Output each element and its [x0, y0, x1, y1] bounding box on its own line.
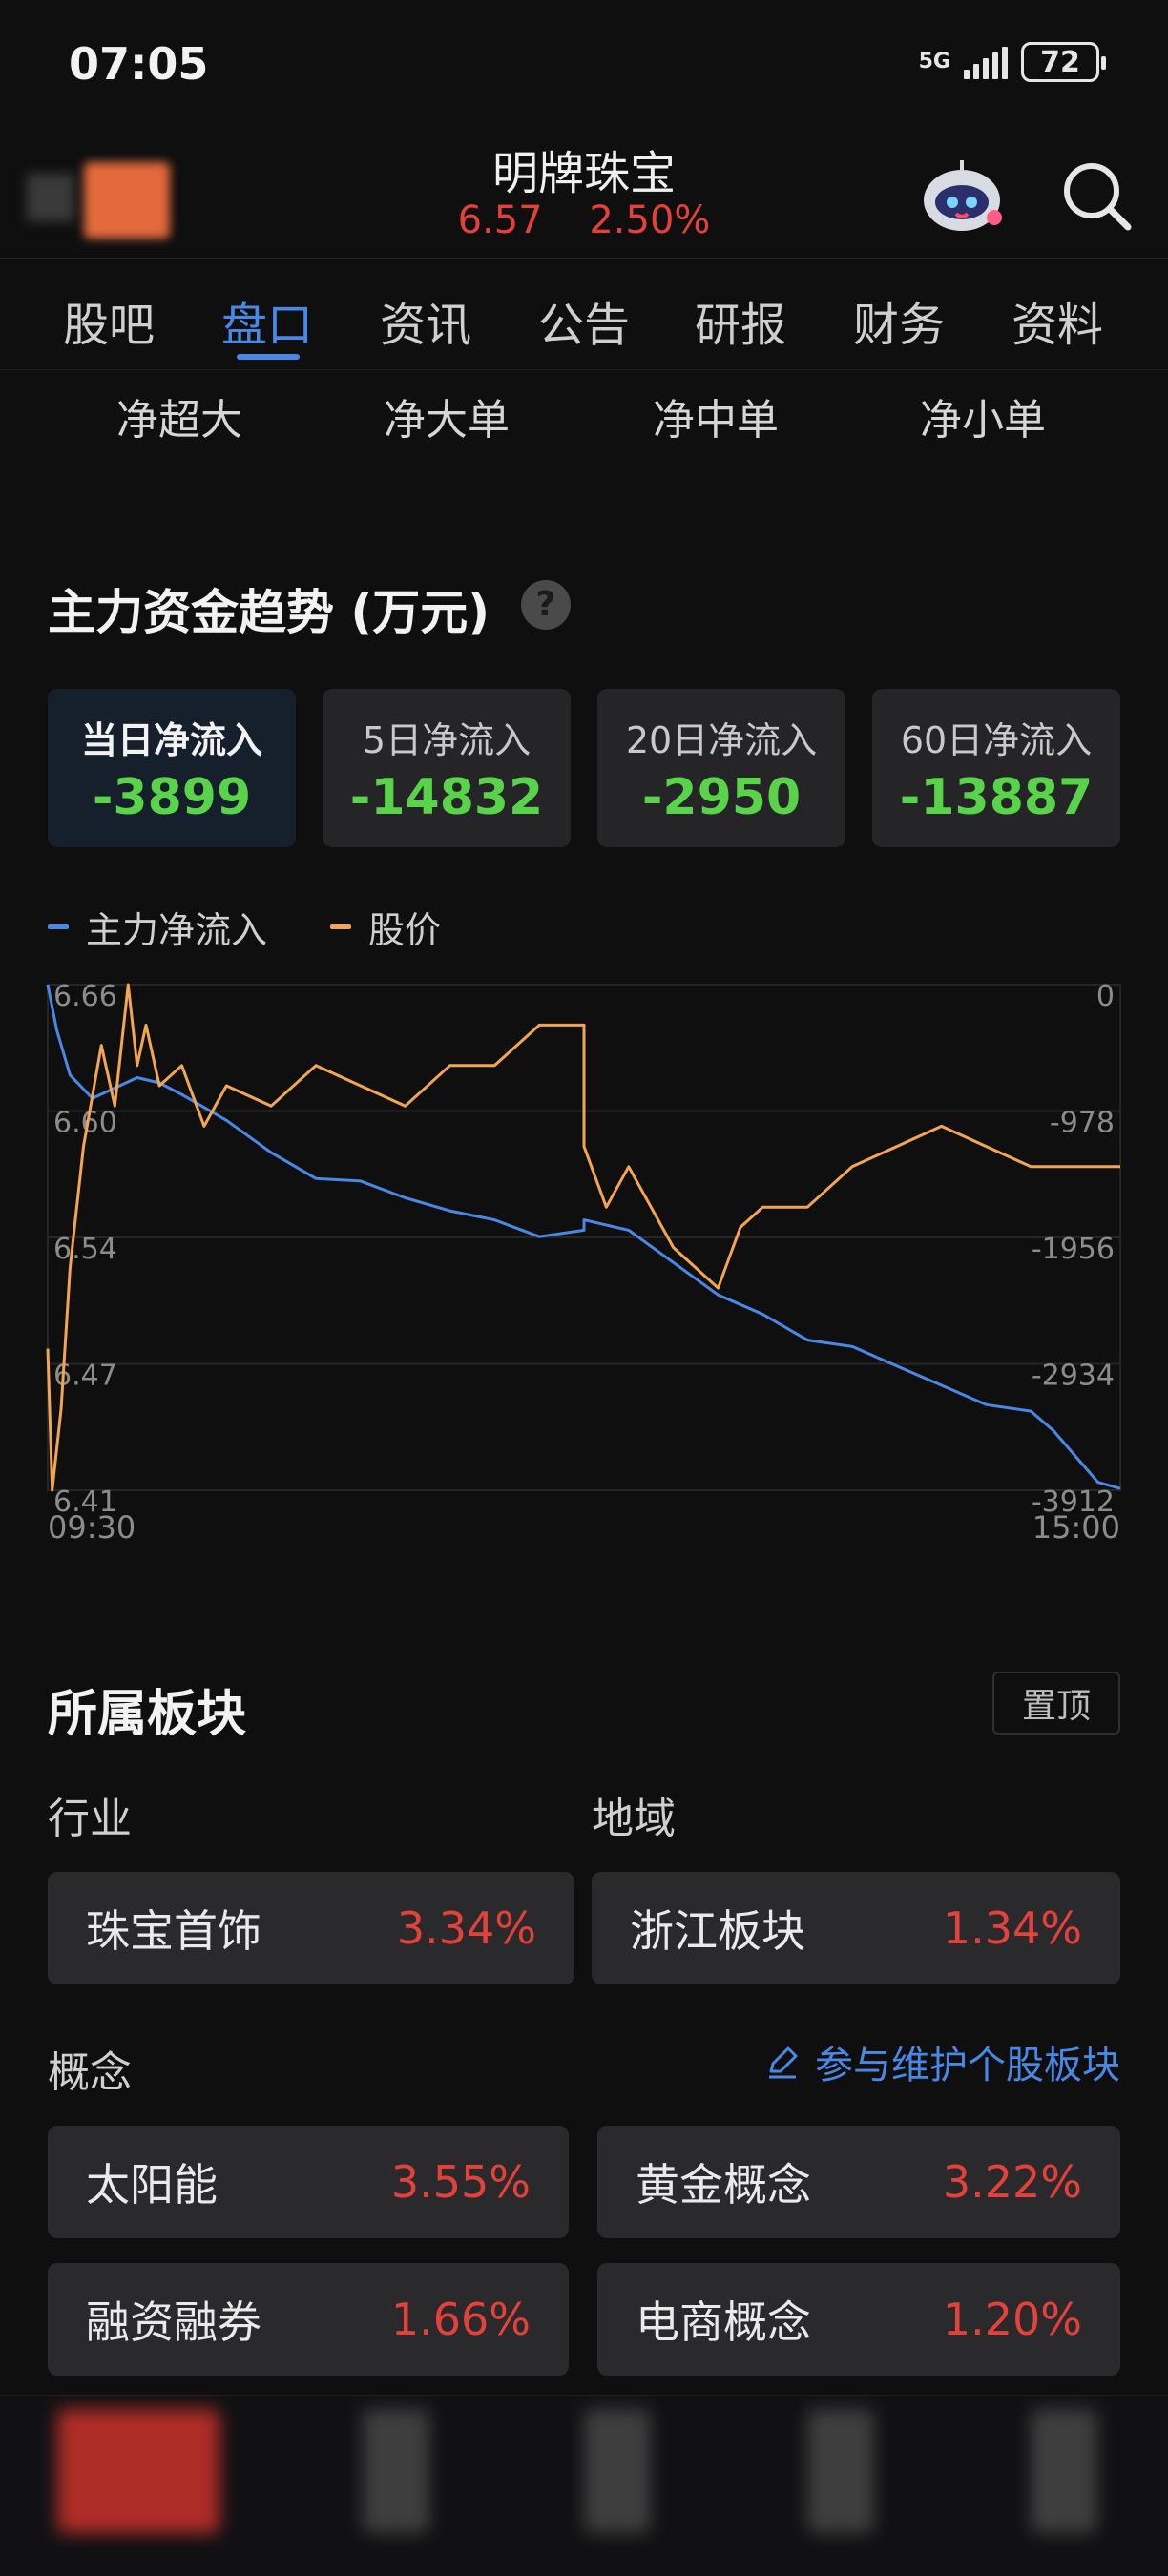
stock-change-pct: 2.50%: [589, 198, 711, 242]
sector-name: 黄金概念: [636, 2159, 811, 2211]
bottom-nav-item[interactable]: [324, 2409, 458, 2533]
x-axis-end-label: 15:00: [1032, 1509, 1120, 1546]
card-value: -3899: [92, 768, 252, 826]
legend-label: 股价: [368, 909, 442, 951]
bottom-nav-item[interactable]: [769, 2409, 903, 2533]
industry-label: 行业: [48, 1795, 132, 1843]
search-icon[interactable]: [1061, 160, 1134, 233]
sector-change: 1.66%: [390, 2294, 531, 2345]
chart-legend: 主力净流入 股价: [48, 901, 504, 953]
tab-announcements[interactable]: 公告: [538, 287, 630, 354]
sector-tag-industry[interactable]: 珠宝首饰 3.34%: [48, 1872, 574, 1984]
tab-research[interactable]: 研报: [695, 287, 786, 354]
battery-level: 72: [1040, 45, 1080, 79]
order-tab-large[interactable]: 净大单: [384, 385, 510, 447]
legend-swatch: [48, 924, 69, 929]
status-bar: 07:05 5G 72: [0, 0, 1168, 124]
x-axis-start-label: 09:30: [48, 1509, 136, 1546]
right-axis-tick: 0: [1096, 980, 1115, 1013]
bottom-navigation: [0, 2395, 1168, 2576]
sector-name: 电商概念: [636, 2296, 811, 2348]
net-inflow-cards: 当日净流入 -3899 5日净流入 -14832 20日净流入 -2950 60…: [48, 689, 1120, 847]
tab-profile[interactable]: 资料: [1012, 287, 1103, 354]
legend-label: 主力净流入: [86, 909, 268, 951]
card-value: -14832: [349, 768, 544, 826]
card-label: 60日净流入: [900, 718, 1093, 761]
legend-item-price: 股价: [330, 901, 441, 953]
card-label: 当日净流入: [80, 718, 262, 761]
sector-change: 3.55%: [390, 2156, 531, 2208]
sectors-title: 所属板块: [48, 1686, 247, 1743]
concept-label: 概念: [48, 2048, 132, 2097]
concept-tag[interactable]: 融资融券 1.66%: [48, 2263, 569, 2376]
sector-name: 浙江板块: [630, 1905, 805, 1957]
capital-trend-title: 主力资金趋势 (万元): [48, 585, 490, 640]
status-indicators: 5G 72: [918, 42, 1106, 82]
order-tab-super-large[interactable]: 净超大: [116, 385, 242, 447]
region-label: 地域: [592, 1795, 676, 1843]
card-label: 5日净流入: [362, 718, 532, 761]
sector-name: 珠宝首饰: [86, 1905, 261, 1957]
pin-to-top-button[interactable]: 置顶: [992, 1672, 1120, 1735]
stock-tabs: 股吧 盘口 资讯 公告 研报 财务 资料: [0, 258, 1168, 370]
bottom-nav-item[interactable]: [992, 2409, 1126, 2533]
order-size-tabs: 净超大 净大单 净中单 净小单: [0, 382, 1168, 448]
sector-tag-region[interactable]: 浙江板块 1.34%: [592, 1872, 1120, 1984]
sector-change: 1.34%: [942, 1902, 1082, 1954]
legend-swatch: [330, 924, 352, 929]
tab-finance[interactable]: 财务: [853, 287, 945, 354]
sector-change: 3.22%: [942, 2156, 1082, 2208]
stock-detail-page: 07:05 5G 72 明牌珠宝 6.57 2.50% 股吧 盘口 资讯 公告 …: [0, 0, 1168, 2576]
bottom-nav-item[interactable]: [57, 2409, 219, 2533]
status-time: 07:05: [69, 38, 209, 90]
card-label: 20日净流入: [625, 718, 818, 761]
ai-assistant-icon[interactable]: [918, 155, 1006, 237]
tab-pankou[interactable]: 盘口: [221, 287, 313, 354]
stock-header: 明牌珠宝 6.57 2.50%: [0, 124, 1168, 258]
help-icon[interactable]: ?: [521, 580, 571, 630]
bottom-nav-item[interactable]: [546, 2409, 679, 2533]
network-type: 5G: [918, 50, 950, 73]
order-tab-medium[interactable]: 净中单: [653, 385, 779, 447]
capital-trend-chart[interactable]: 6.66 06.60 -9786.54 -19566.47 -29346.41 -3912…: [0, 973, 1168, 1565]
tab-news[interactable]: 资讯: [380, 287, 471, 354]
maintain-sectors-link[interactable]: 参与维护个股板块: [763, 2034, 1120, 2089]
battery-icon: 72: [1021, 42, 1106, 82]
active-tab-indicator: [237, 354, 300, 360]
order-tab-small[interactable]: 净小单: [920, 385, 1046, 447]
right-axis-tick: -2934: [1032, 1360, 1115, 1393]
net-inflow-card-20d[interactable]: 20日净流入 -2950: [597, 689, 845, 847]
card-value: -13887: [899, 768, 1094, 826]
net-inflow-card-today[interactable]: 当日净流入 -3899: [48, 689, 296, 847]
left-axis-tick: 6.54: [53, 1233, 117, 1266]
net-inflow-card-5d[interactable]: 5日净流入 -14832: [323, 689, 571, 847]
right-axis-tick: -978: [1050, 1107, 1115, 1140]
sector-change: 3.34%: [396, 1902, 536, 1954]
legend-item-main-inflow: 主力净流入: [48, 901, 267, 953]
right-axis-tick: -1956: [1032, 1233, 1115, 1266]
maintain-link-text: 参与维护个股板块: [815, 2044, 1120, 2088]
sector-change: 1.20%: [942, 2294, 1082, 2345]
sector-name: 融资融券: [86, 2296, 261, 2348]
left-axis-tick: 6.66: [53, 980, 117, 1013]
net-inflow-card-60d[interactable]: 60日净流入 -13887: [872, 689, 1120, 847]
concept-tag[interactable]: 太阳能 3.55%: [48, 2126, 569, 2238]
sector-name: 太阳能: [86, 2159, 218, 2211]
concept-tag[interactable]: 电商概念 1.20%: [597, 2263, 1120, 2376]
signal-icon: [964, 45, 1008, 79]
edit-icon: [769, 2046, 798, 2079]
stock-price: 6.57: [457, 198, 543, 242]
tab-guba[interactable]: 股吧: [63, 287, 155, 354]
card-value: -2950: [641, 768, 802, 826]
concept-tag[interactable]: 黄金概念 3.22%: [597, 2126, 1120, 2238]
